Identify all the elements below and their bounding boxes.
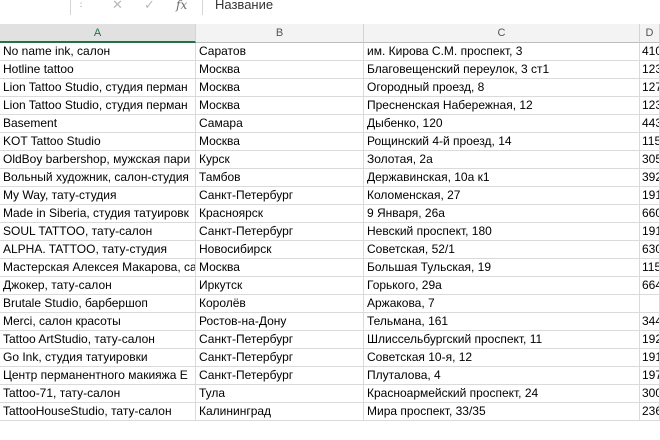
cell-c-row[interactable]: Горького, 29а [364,277,640,295]
cell-a-row[interactable]: Вольный художник, салон-студия [0,169,196,187]
cell-c-row[interactable]: Советская 10-я, 12 [364,349,640,367]
cell-d-row[interactable]: 191 [640,349,660,367]
cell-c-row[interactable]: Плуталова, 4 [364,367,640,385]
cell-b-row[interactable]: Королёв [196,295,364,313]
insert-function-icon[interactable]: fx [176,0,187,13]
cell-d-row[interactable]: 197 [640,367,660,385]
cell-a-row[interactable]: Tattoo-71, тату-салон [0,385,196,403]
cell-b-row[interactable]: Москва [196,97,364,115]
cell-b-row[interactable]: Ростов-на-Дону [196,313,364,331]
cell-d-row[interactable]: 123 [640,97,660,115]
cell-a-row[interactable]: My Way, тату-студия [0,187,196,205]
cell-c-row[interactable]: Пресненская Набережная, 12 [364,97,640,115]
cell-d-row[interactable]: 305 [640,151,660,169]
cell-d-row[interactable]: 236 [640,403,660,421]
cell-a-row[interactable]: Мастерская Алексея Макарова, са [0,259,196,277]
cell-d-row[interactable]: 192 [640,331,660,349]
cell-c-row[interactable]: Коломенская, 27 [364,187,640,205]
cell-b-row[interactable]: Самара [196,115,364,133]
cell-b-row[interactable]: Москва [196,259,364,277]
cell-a-row[interactable]: No name ink, салон [0,43,196,61]
cell-c-row[interactable]: Невский проспект, 180 [364,223,640,241]
cell-c-row[interactable]: Мира проспект, 33/35 [364,403,640,421]
name-box[interactable] [0,0,71,15]
cell-c-row[interactable]: Красноармейский проспект, 24 [364,385,640,403]
cell-d-row[interactable]: 191 [640,187,660,205]
cell-b-row[interactable]: Новосибирск [196,241,364,259]
cell-c-row[interactable]: Рощинский 4-й проезд, 14 [364,133,640,151]
cell-d-row[interactable]: 630 [640,241,660,259]
cell-a-row[interactable]: Go Ink, студия татуировки [0,349,196,367]
cell-a-row[interactable]: Hotline tattoo [0,61,196,79]
formula-value: Название [215,0,274,12]
cell-d-row[interactable]: 392 [640,169,660,187]
cell-d-row[interactable]: 115 [640,259,660,277]
cell-b-row[interactable]: Тула [196,385,364,403]
cell-b-row[interactable]: Москва [196,61,364,79]
cell-c-row[interactable]: Огородный проезд, 8 [364,79,640,97]
cell-d-row[interactable]: 191 [640,223,660,241]
cell-a-row[interactable]: ALPHA. TATTOO, тату-студия [0,241,196,259]
formula-bar-divider[interactable]: ⋮ [76,0,86,9]
cell-c-row[interactable]: Дыбенко, 120 [364,115,640,133]
formula-bar: ⋮ ✕ ✓ fx Название [0,0,660,17]
cell-d-row[interactable]: 344 [640,313,660,331]
cell-c-row[interactable]: Золотая, 2а [364,151,640,169]
cell-c-row[interactable]: Большая Тульская, 19 [364,259,640,277]
cell-b-row[interactable]: Курск [196,151,364,169]
cell-b-row[interactable]: Санкт-Петербург [196,331,364,349]
cell-d-row[interactable]: 660 [640,205,660,223]
cell-a-row[interactable]: Brutale Studio, барбершоп [0,295,196,313]
cell-d-row[interactable]: 664 [640,277,660,295]
cell-a-row[interactable]: KOT Tattoo Studio [0,133,196,151]
cell-a-row[interactable]: SOUL TATTOO, тату-салон [0,223,196,241]
cell-b-row[interactable]: Москва [196,133,364,151]
cell-a-row[interactable]: TattooHouseStudio, тату-салон [0,403,196,421]
cell-b-row[interactable]: Санкт-Петербург [196,187,364,205]
cell-c-row[interactable]: Тельмана, 161 [364,313,640,331]
column-header-c[interactable]: C [364,24,640,43]
enter-icon[interactable]: ✓ [144,0,155,13]
cell-c-row[interactable]: Державинская, 10а к1 [364,169,640,187]
cell-b-row[interactable]: Санкт-Петербург [196,349,364,367]
formula-input[interactable]: Название [202,0,660,15]
cell-c-row[interactable]: 9 Января, 26а [364,205,640,223]
cell-d-row[interactable]: 115 [640,133,660,151]
cell-b-row[interactable]: Москва [196,79,364,97]
cell-d-row[interactable] [640,295,660,313]
cell-b-row[interactable]: Тамбов [196,169,364,187]
cell-a-row[interactable]: Basement [0,115,196,133]
cell-a-row[interactable]: Made in Siberia, студия татуировк [0,205,196,223]
cell-a-row[interactable]: Tattoo ArtStudio, тату-салон [0,331,196,349]
cell-a-row[interactable]: Lion Tattoo Studio, студия перман [0,97,196,115]
cell-b-row[interactable]: Калининград [196,403,364,421]
cell-a-row[interactable]: Центр перманентного макияжа Е [0,367,196,385]
cell-b-row[interactable]: Саратов [196,43,364,61]
cell-d-row[interactable]: 443 [640,115,660,133]
ribbon-gap [0,16,660,24]
cell-c-row[interactable]: Благовещенский переулок, 3 ст1 [364,61,640,79]
cell-d-row[interactable]: 127 [640,79,660,97]
column-header-a[interactable]: A [0,24,196,43]
cell-d-row[interactable]: 300 [640,385,660,403]
cell-c-row[interactable]: Советская, 52/1 [364,241,640,259]
cell-d-row[interactable]: 410 [640,43,660,61]
cell-b-row[interactable]: Санкт-Петербург [196,367,364,385]
cell-c-row[interactable]: им. Кирова С.М. проспект, 3 [364,43,640,61]
cell-d-row[interactable]: 123 [640,61,660,79]
cell-a-row[interactable]: OldBoy barbershop, мужская пари [0,151,196,169]
cell-a-row[interactable]: Merci, салон красоты [0,313,196,331]
cell-b-row[interactable]: Красноярск [196,205,364,223]
cell-b-row[interactable]: Санкт-Петербург [196,223,364,241]
cell-a-row[interactable]: Джокер, тату-салон [0,277,196,295]
cell-c-row[interactable]: Шлиссельбургский проспект, 11 [364,331,640,349]
cell-a-row[interactable]: Lion Tattoo Studio, студия перман [0,79,196,97]
column-header-d[interactable]: D [640,24,660,43]
cancel-icon[interactable]: ✕ [112,0,123,13]
cell-b-row[interactable]: Иркутск [196,277,364,295]
column-header-b[interactable]: B [196,24,364,43]
cell-c-row[interactable]: Аржакова, 7 [364,295,640,313]
